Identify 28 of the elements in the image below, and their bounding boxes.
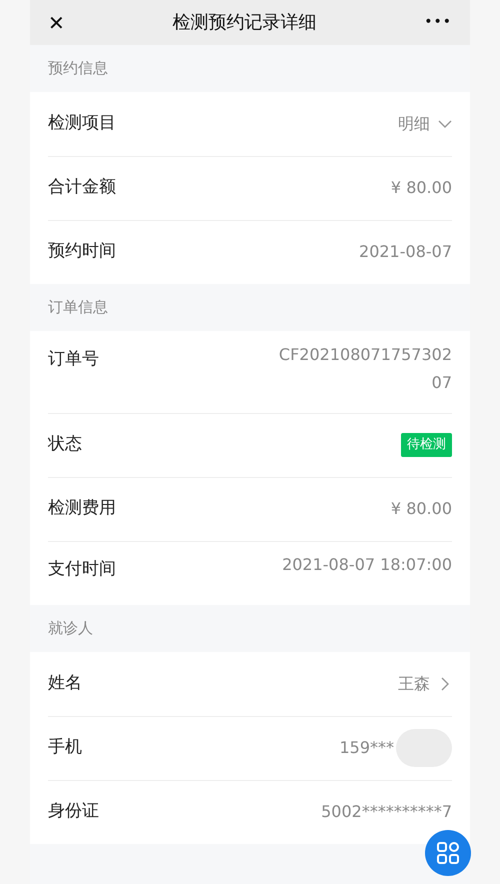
field-label: 支付时间	[48, 558, 116, 581]
field-label: 检测项目	[48, 112, 116, 136]
detail-toggle[interactable]: 明细	[398, 112, 452, 136]
close-button[interactable]: ✕	[48, 8, 65, 38]
field-value: 2021-08-07 18:07:00	[281, 554, 452, 576]
field-value: 159***	[339, 737, 394, 759]
field-label: 身份证	[48, 800, 99, 824]
field-value: 5002**********7	[321, 801, 452, 823]
field-label: 订单号	[48, 348, 99, 371]
page-title: 检测预约记录详细	[172, 11, 316, 35]
field-label: 检测费用	[48, 497, 116, 520]
apps-button[interactable]	[425, 830, 471, 876]
field-label: 预约时间	[48, 240, 116, 264]
field-label: 姓名	[48, 672, 82, 696]
section-title: 订单信息	[47, 297, 109, 318]
field-label: 状态	[48, 433, 82, 456]
more-button[interactable]: •••	[424, 12, 452, 33]
patient-link[interactable]: 王森	[398, 672, 452, 696]
section-title: 就诊人	[47, 618, 94, 640]
field-value: CF20210807175730207	[278, 344, 452, 394]
field-value: ¥ 80.00	[390, 498, 452, 520]
section-title: 预约信息	[47, 58, 109, 80]
field-value: 2021-08-07	[359, 241, 452, 263]
field-value: ¥ 80.00	[390, 177, 452, 199]
status-tag: 待检测	[401, 433, 452, 457]
grid-icon	[436, 841, 460, 865]
field-label: 合计金额	[48, 176, 116, 200]
field-label: 手机	[48, 736, 82, 760]
